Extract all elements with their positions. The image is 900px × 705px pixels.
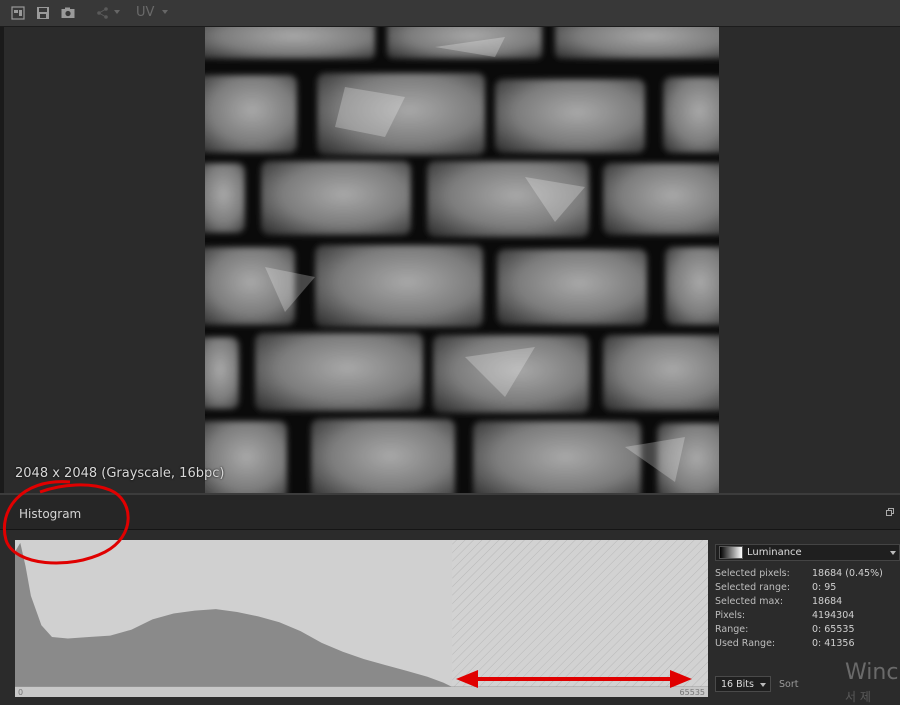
bit-depth-select[interactable]: 16 Bits (715, 676, 771, 692)
stat-label: Selected max: (715, 596, 784, 607)
windows-activation-watermark: Winc (845, 660, 899, 685)
save-icon[interactable] (35, 5, 51, 21)
stat-label: Selected range: (715, 582, 791, 593)
snapshot-icon[interactable] (60, 5, 76, 21)
bit-depth-label: 16 Bits (721, 679, 754, 690)
stat-row: Selected max: 18684 (715, 596, 842, 607)
stat-value: 0: 41356 (812, 638, 855, 649)
stat-label: Used Range: (715, 638, 776, 649)
undock-icon[interactable] (886, 508, 894, 516)
stat-row: Used Range: 0: 41356 (715, 638, 855, 649)
luminance-gradient-swatch (719, 546, 743, 559)
histogram-panel-header: Histogram (0, 493, 900, 530)
stat-row: Selected pixels: 18684 (0.45%) (715, 568, 883, 579)
image-properties-icon[interactable] (10, 5, 26, 21)
brick-texture-preview[interactable] (205, 27, 719, 493)
windows-activation-watermark-sub: 서 제 (845, 690, 871, 704)
brick-height-map (205, 27, 719, 493)
image-info-label: 2048 x 2048 (Grayscale, 16bpc) (15, 466, 225, 481)
chevron-down-icon (760, 683, 766, 687)
stat-label: Selected pixels: (715, 568, 790, 579)
top-toolbar: UV (0, 0, 900, 27)
stat-label: Range: (715, 624, 749, 635)
histogram-chart[interactable]: 0 65535 (15, 540, 708, 697)
sort-button[interactable]: Sort (779, 679, 798, 690)
stat-row: Selected range: 0: 95 (715, 582, 836, 593)
axis-max-label: 65535 (680, 688, 705, 697)
stat-value: 4194304 (812, 610, 855, 621)
uv-dropdown-arrow[interactable] (162, 10, 168, 14)
histogram-axis-strip (15, 687, 708, 697)
share-dropdown-arrow[interactable] (114, 10, 120, 14)
channel-label: Luminance (747, 547, 802, 558)
panel-title: Histogram (19, 507, 82, 521)
stat-value: 18684 (812, 596, 843, 607)
stat-value: 18684 (0.45%) (812, 568, 883, 579)
share-icon[interactable] (95, 5, 111, 21)
stat-row: Range: 0: 65535 (715, 624, 855, 635)
stat-value: 0: 65535 (812, 624, 855, 635)
stat-row: Pixels: 4194304 (715, 610, 854, 621)
chevron-down-icon (890, 551, 896, 555)
axis-min-label: 0 (18, 688, 23, 697)
unused-range-hatch (452, 540, 708, 687)
stat-label: Pixels: (715, 610, 746, 621)
uv-menu[interactable]: UV (136, 5, 154, 20)
stat-value: 0: 95 (812, 582, 837, 593)
channel-select[interactable]: Luminance (715, 544, 900, 561)
